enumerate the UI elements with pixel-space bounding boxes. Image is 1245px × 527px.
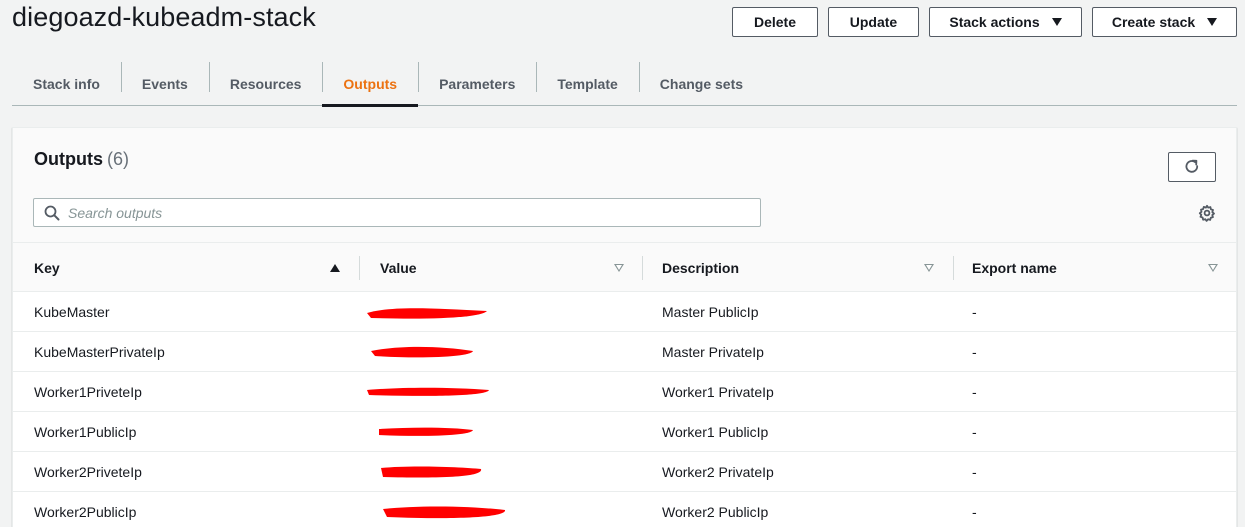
caret-down-icon bbox=[1207, 18, 1218, 26]
column-header-value-label: Value bbox=[380, 259, 417, 276]
sort-ascending-icon bbox=[330, 263, 340, 272]
table-row: Worker1PublicIp Worker1 PublicIp - bbox=[13, 412, 1236, 452]
outputs-panel-header: Outputs (6) bbox=[13, 128, 1236, 243]
create-stack-dropdown[interactable]: Create stack bbox=[1092, 7, 1237, 37]
tab-events[interactable]: Events bbox=[120, 62, 209, 105]
table-row: Worker2PriveteIp Worker2 PrivateIp - bbox=[13, 452, 1236, 492]
stack-actions-label: Stack actions bbox=[949, 14, 1040, 30]
output-key: Worker1PublicIp bbox=[34, 424, 137, 440]
output-key: Worker1PriveteIp bbox=[34, 384, 142, 400]
preferences-button[interactable] bbox=[1196, 202, 1218, 224]
output-value-redacted bbox=[361, 452, 491, 492]
column-divider[interactable] bbox=[953, 256, 954, 280]
outputs-title: Outputs (6) bbox=[34, 149, 129, 170]
output-export-name: - bbox=[972, 464, 977, 480]
table-row: KubeMaster Master PublicIp - bbox=[13, 292, 1236, 332]
output-description: Master PrivateIp bbox=[662, 344, 764, 360]
output-description: Worker1 PrivateIp bbox=[662, 384, 774, 400]
column-divider[interactable] bbox=[642, 256, 643, 280]
table-row: Worker1PriveteIp Worker1 PrivateIp - bbox=[13, 372, 1236, 412]
outputs-table-header: Key Value Description Export name bbox=[13, 243, 1236, 292]
outputs-title-text: Outputs bbox=[34, 149, 103, 169]
tab-change-sets[interactable]: Change sets bbox=[638, 62, 764, 105]
search-outputs-input[interactable] bbox=[68, 204, 748, 221]
delete-button-label: Delete bbox=[753, 14, 797, 30]
output-export-name: - bbox=[972, 384, 977, 400]
output-key: KubeMaster bbox=[34, 304, 110, 320]
output-value-redacted bbox=[361, 372, 491, 412]
table-row: KubeMasterPrivateIp Master PrivateIp - bbox=[13, 332, 1236, 372]
sort-descending-icon bbox=[614, 264, 624, 272]
output-description: Master PublicIp bbox=[662, 304, 759, 320]
update-button[interactable]: Update bbox=[828, 7, 919, 37]
redaction-mark bbox=[371, 346, 473, 358]
refresh-button[interactable] bbox=[1168, 152, 1216, 182]
output-export-name: - bbox=[972, 344, 977, 360]
output-value-redacted bbox=[361, 292, 491, 332]
search-outputs-field[interactable] bbox=[33, 198, 761, 227]
output-key: KubeMasterPrivateIp bbox=[34, 344, 165, 360]
refresh-icon bbox=[1185, 159, 1199, 173]
column-header-description[interactable]: Description bbox=[662, 243, 942, 292]
search-icon bbox=[44, 205, 60, 220]
update-button-label: Update bbox=[849, 14, 898, 30]
create-stack-label: Create stack bbox=[1111, 14, 1196, 30]
redaction-mark bbox=[383, 506, 506, 519]
delete-button[interactable]: Delete bbox=[732, 7, 818, 37]
column-header-export-name[interactable]: Export name bbox=[972, 243, 1222, 292]
table-row: Worker2PublicIp Worker2 PublicIp - bbox=[13, 492, 1236, 527]
tab-resources[interactable]: Resources bbox=[208, 62, 323, 105]
stack-tabs: Stack info Events Resources Outputs Para… bbox=[12, 62, 1237, 107]
column-header-key-label: Key bbox=[34, 259, 60, 276]
output-value-redacted bbox=[361, 332, 491, 372]
outputs-panel: Outputs(6) Key bbox=[12, 127, 1237, 527]
header-actions: Delete Update Stack actions Create stack bbox=[732, 7, 1237, 37]
column-header-key[interactable]: Key bbox=[34, 243, 344, 292]
output-export-name: - bbox=[972, 504, 977, 520]
output-description: Worker2 PrivateIp bbox=[662, 464, 774, 480]
sort-descending-icon bbox=[1208, 264, 1218, 272]
output-export-name: - bbox=[972, 304, 977, 320]
tab-template[interactable]: Template bbox=[536, 62, 638, 105]
output-export-name: - bbox=[972, 424, 977, 440]
stack-title: diegoazd-kubeadm-stack bbox=[12, 2, 316, 32]
column-header-description-label: Description bbox=[662, 259, 740, 276]
outputs-table-body: KubeMaster Master PublicIp - KubeMasterP… bbox=[13, 292, 1236, 527]
redaction-mark bbox=[367, 387, 489, 396]
tab-parameters[interactable]: Parameters bbox=[418, 62, 536, 105]
stack-actions-dropdown[interactable]: Stack actions bbox=[929, 7, 1082, 37]
output-value-redacted bbox=[361, 492, 511, 527]
output-key: Worker2PriveteIp bbox=[34, 464, 142, 480]
output-description: Worker1 PublicIp bbox=[662, 424, 769, 440]
caret-down-icon bbox=[1051, 18, 1062, 26]
output-description: Worker2 PublicIp bbox=[662, 504, 769, 520]
redaction-mark bbox=[381, 466, 482, 478]
outputs-count: (6) bbox=[107, 149, 129, 169]
sort-descending-icon bbox=[924, 264, 934, 272]
column-header-value[interactable]: Value bbox=[380, 243, 625, 292]
redaction-mark bbox=[367, 308, 487, 319]
column-header-export-name-label: Export name bbox=[972, 259, 1057, 276]
output-value-redacted bbox=[361, 412, 491, 452]
settings-gear-icon bbox=[1198, 204, 1215, 222]
redaction-mark bbox=[379, 427, 473, 436]
output-key: Worker2PublicIp bbox=[34, 504, 137, 520]
tab-outputs[interactable]: Outputs bbox=[322, 62, 418, 107]
tab-stack-info[interactable]: Stack info bbox=[12, 62, 121, 105]
column-divider[interactable] bbox=[359, 256, 360, 280]
